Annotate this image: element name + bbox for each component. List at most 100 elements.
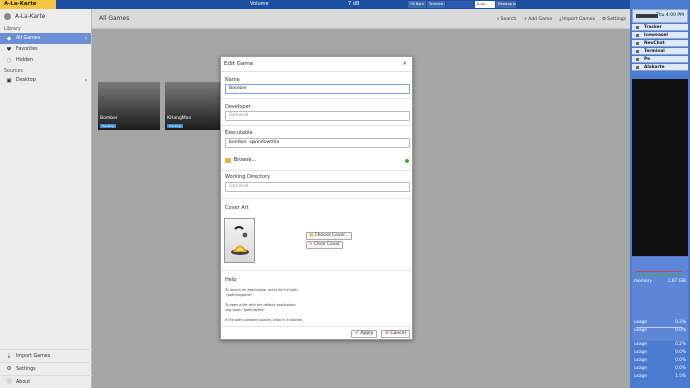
sidebar-item-label: About (16, 379, 31, 385)
divider (221, 125, 412, 126)
close-icon[interactable]: ✕ (402, 57, 407, 72)
import-icon: ⤓ (559, 17, 562, 22)
desktop-icon: ▣ (6, 77, 12, 84)
usage-readout: usage 1.5% (634, 374, 686, 379)
sidebar-item-label: Favorites (16, 47, 38, 52)
sidebar-import-games[interactable]: ⤓ Import Games (0, 349, 92, 362)
gear-icon: ⚙ (6, 366, 12, 372)
name-field[interactable]: Bomber (225, 84, 410, 94)
panel-task-terminal[interactable]: Terminal (632, 48, 688, 55)
taskbar-window[interactable]: Terminal q (427, 1, 445, 8)
workdir-label: Working Directory (225, 174, 271, 180)
sidebar-item-all-games[interactable]: ◆ All Games › (0, 33, 91, 44)
panel-task-neochat[interactable]: NeoChat (632, 40, 688, 47)
app-logo-icon (4, 13, 11, 20)
page-title: All Games (99, 15, 130, 22)
import-icon: ⤓ (7, 353, 11, 359)
active-app-label[interactable]: A-La-Karte (0, 0, 56, 9)
clock-bar (636, 14, 658, 18)
usage-readout: usage 0.0% (634, 328, 686, 333)
developer-label: Developer (225, 104, 251, 110)
add-game-button[interactable]: + Add Game (523, 17, 552, 22)
sidebar-item-label: Settings (16, 366, 36, 372)
header-actions: ⌕ Search + Add Game ⤓ Import Games ⚙ Setting… (497, 9, 626, 29)
help-text: "/path/to/game" (225, 293, 253, 297)
sidebar-settings[interactable]: ⚙ Settings (0, 362, 92, 375)
sidebar-item-hidden[interactable]: ◌ Hidden (0, 55, 91, 66)
volume-value: 7 dB (348, 1, 360, 7)
executable-field[interactable]: bomber -qwindowtitle (225, 138, 410, 148)
status-dot-icon (405, 159, 409, 163)
cancel-button[interactable]: ⊘ Cancel (381, 330, 410, 338)
sidebar-item-label: All Games (16, 36, 41, 41)
game-name: KHangMan (167, 116, 192, 121)
apply-button[interactable]: ✔ Apply (351, 330, 378, 338)
browse-label: Browse... (234, 158, 257, 163)
browse-button[interactable]: Browse... (225, 158, 256, 163)
sidebar-item-favorites[interactable]: ♥ Favorites (0, 44, 91, 55)
settings-button[interactable]: ⚙ Settings (602, 17, 626, 22)
right-panel: Thu 4:00 PM Tracker Iceweasel NeoChat Te… (630, 0, 690, 388)
section-library: Library (4, 27, 21, 32)
memory-readout: memory 1.67 GiB (634, 279, 686, 284)
search-icon: ⌕ (496, 17, 500, 22)
game-card-khangman[interactable]: KHangMan Desktop (165, 82, 227, 130)
workdir-field[interactable]: Optional (225, 182, 410, 192)
clock-text: Thu 4:00 PM (655, 13, 684, 18)
taskbar-window[interactable]: Desktop ju (496, 1, 516, 8)
info-icon: ⓘ (6, 379, 12, 385)
folder-icon (225, 158, 231, 163)
check-icon: ✔ (355, 331, 359, 336)
divider (221, 98, 412, 99)
panel-task-tracker[interactable]: Tracker (632, 24, 688, 31)
app-title: A-La-Karte (15, 13, 46, 20)
help-label: Help (225, 277, 237, 283)
sidebar-item-label: Import Games (16, 353, 51, 359)
divider (221, 198, 412, 199)
usage-readout: usage 0.0% (634, 366, 686, 371)
chevron-right-icon: › (84, 77, 87, 84)
heart-icon: ♥ (6, 46, 12, 53)
image-icon: ▦ (309, 233, 314, 238)
help-text: xdg-open "/path/to/file" (225, 308, 265, 312)
taskbar-window[interactable]: OS Barn (408, 1, 426, 8)
sidebar: A-La-Karte Library ◆ All Games › ♥ Favor… (0, 9, 92, 388)
help-text: To launch an executable, enter its full … (225, 288, 299, 292)
clear-cover-button[interactable]: ✎ Clear Cover (306, 241, 343, 249)
search-button[interactable]: ⌕ Search (496, 16, 516, 23)
cover-art-label: Cover Art (225, 205, 249, 211)
sidebar-item-label: Hidden (16, 58, 34, 63)
executable-label: Executable (225, 130, 253, 136)
sidebar-footer: ⤓ Import Games ⚙ Settings ⓘ About (0, 349, 92, 388)
panel-task-iceweasel[interactable]: Iceweasel (632, 32, 688, 39)
chevron-right-icon: › (84, 35, 87, 42)
developer-field[interactable]: Optional (225, 111, 410, 121)
import-games-button[interactable]: ⤓ Import Games (559, 16, 595, 23)
section-sources: Sources (4, 69, 23, 74)
panel-blank-area (632, 79, 688, 256)
main-header: All Games ⌕ Search + Add Game ⤓ Import Game… (92, 9, 630, 29)
game-card-bomber[interactable]: Bomber Desktop (98, 82, 160, 130)
taskbar-window-active[interactable]: A-La... (475, 1, 495, 8)
choose-cover-button[interactable]: ▦ Choose Cover... (306, 232, 352, 240)
volume-label[interactable]: Volume (250, 0, 269, 9)
sidebar-header: A-La-Karte (0, 9, 91, 24)
panel-task-pe[interactable]: Pe (632, 56, 688, 63)
usage-readout: usage 0.0% (634, 350, 686, 355)
sidebar-item-desktop[interactable]: ▣ Desktop › (0, 75, 91, 86)
clock-widget[interactable]: Thu 4:00 PM (632, 9, 688, 23)
eye-off-icon: ◌ (6, 57, 12, 64)
usage-readout: usage 0.2% (634, 342, 686, 347)
dialog-title: Edit Game (224, 61, 254, 67)
help-text: To open a file with the default applicat… (225, 303, 297, 307)
dialog-header: Edit Game ✕ (221, 57, 412, 72)
source-badge: Desktop (100, 124, 117, 128)
help-text: If the path contains spaces, wrap it in … (225, 318, 303, 322)
clear-icon: ✎ (309, 242, 313, 247)
usage-readout: usage 0.2% (634, 320, 686, 325)
sidebar-about[interactable]: ⓘ About (0, 375, 92, 388)
taskbar-window[interactable] (446, 1, 474, 8)
cancel-icon: ⊘ (385, 331, 389, 336)
divider (221, 270, 412, 271)
panel-task-alakarte[interactable]: Alakarte (632, 64, 688, 71)
